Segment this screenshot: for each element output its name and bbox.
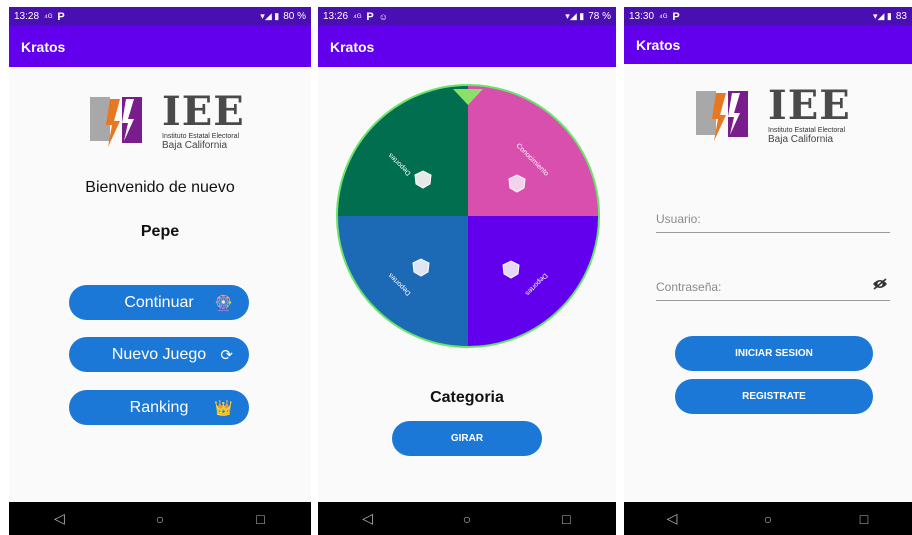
battery-percent: 83 — [895, 11, 907, 22]
refresh-icon: ⟳ — [220, 346, 233, 364]
iee-logo: IEE Instituto Estatal Electoral Baja Cal… — [694, 82, 851, 145]
spin-button[interactable]: GIRAR — [392, 421, 542, 456]
crown-icon: 👑 — [214, 399, 233, 417]
recent-apps-icon[interactable]: □ — [246, 511, 276, 527]
signal-icon: ⁴ᴳ — [44, 11, 53, 22]
username-placeholder: Usuario: — [656, 212, 701, 226]
screen-home: 13:28 ⁴ᴳ P ▾◢ ▮ 80 % Kratos IEE Institut… — [9, 7, 311, 535]
password-placeholder: Contraseña: — [656, 280, 722, 294]
nav-bar: ◁ ○ □ — [9, 502, 311, 535]
username: Pepe — [140, 223, 180, 240]
welcome-text: Bienvenido de nuevo — [85, 179, 235, 196]
continue-button-label: Continuar — [124, 293, 194, 311]
password-field[interactable]: Contraseña: — [656, 278, 890, 301]
parking-icon: P — [366, 10, 374, 23]
home-icon[interactable]: ○ — [452, 511, 482, 527]
home-icon[interactable]: ○ — [145, 511, 175, 527]
screen-wheel: 13:26 ⁴ᴳ P ☺ ▾◢ ▮ 78 % Kratos Deportes C… — [318, 7, 616, 535]
iee-logo: IEE Instituto Estatal Electoral Baja Cal… — [88, 88, 245, 151]
login-button-label: INICIAR SESION — [735, 348, 813, 359]
iee-logo-mark-icon — [90, 97, 142, 147]
register-button[interactable]: REGISTRATE — [675, 379, 873, 414]
category-label: Categoria — [430, 389, 504, 406]
logo-line2: Baja California — [768, 134, 834, 145]
status-time: 13:28 — [14, 11, 40, 22]
logo-acronym: IEE — [162, 88, 245, 135]
recent-apps-icon[interactable]: □ — [551, 511, 581, 527]
ranking-button-label: Ranking — [129, 398, 189, 416]
new-game-button[interactable]: Nuevo Juego ⟳ — [69, 337, 249, 372]
iee-logo-mark-icon — [696, 91, 748, 141]
ranking-button[interactable]: Ranking 👑 — [69, 390, 249, 425]
wifi-battery-icon: ▾◢ ▮ — [565, 11, 585, 21]
nav-bar: ◁ ○ □ — [318, 502, 616, 535]
logo-line2: Baja California — [162, 140, 228, 151]
home-icon[interactable]: ○ — [753, 511, 783, 527]
logo-acronym: IEE — [768, 82, 851, 129]
login-button[interactable]: INICIAR SESION — [675, 336, 873, 371]
status-time: 13:30 — [629, 11, 655, 22]
battery-percent: 80 % — [283, 11, 306, 22]
app-title: Kratos — [636, 37, 681, 53]
signal-icon: ⁴ᴳ — [659, 11, 668, 22]
spin-button-label: GIRAR — [450, 433, 484, 444]
visibility-off-icon[interactable] — [872, 278, 888, 293]
battery-percent: 78 % — [588, 11, 611, 22]
screen-login: 13:30 ⁴ᴳ P ▾◢ ▮ 83 Kratos IEE Instituto … — [624, 7, 912, 535]
status-bar: 13:26 ⁴ᴳ P ☺ ▾◢ ▮ 78 % — [318, 7, 616, 26]
messenger-icon: ☺ — [378, 11, 388, 22]
logo-line1: Instituto Estatal Electoral — [768, 127, 846, 134]
back-icon[interactable]: ◁ — [353, 510, 383, 527]
register-button-label: REGISTRATE — [742, 391, 806, 402]
parking-icon: P — [57, 10, 65, 23]
app-bar: Kratos — [9, 26, 311, 67]
app-title: Kratos — [21, 38, 66, 55]
parking-icon: P — [672, 10, 680, 23]
wheel-icon: 🎡 — [214, 294, 233, 312]
continue-button[interactable]: Continuar 🎡 — [69, 285, 249, 320]
status-bar: 13:30 ⁴ᴳ P ▾◢ ▮ 83 — [624, 7, 912, 26]
prize-wheel[interactable]: Deportes Conocimiento Deportes Deportes — [335, 83, 601, 349]
back-icon[interactable]: ◁ — [657, 510, 687, 527]
signal-icon: ⁴ᴳ — [353, 11, 362, 22]
logo-line1: Instituto Estatal Electoral — [162, 133, 240, 140]
status-time: 13:26 — [323, 11, 349, 22]
nav-bar: ◁ ○ □ — [624, 502, 912, 535]
wifi-battery-icon: ▾◢ ▮ — [872, 11, 892, 21]
app-bar: Kratos — [318, 26, 616, 67]
back-icon[interactable]: ◁ — [44, 510, 74, 527]
status-bar: 13:28 ⁴ᴳ P ▾◢ ▮ 80 % — [9, 7, 311, 26]
app-bar: Kratos — [624, 26, 912, 64]
wifi-battery-icon: ▾◢ ▮ — [260, 11, 280, 21]
username-field[interactable]: Usuario: — [656, 212, 890, 233]
recent-apps-icon[interactable]: □ — [849, 511, 879, 527]
new-game-button-label: Nuevo Juego — [111, 345, 207, 363]
app-title: Kratos — [330, 38, 375, 55]
